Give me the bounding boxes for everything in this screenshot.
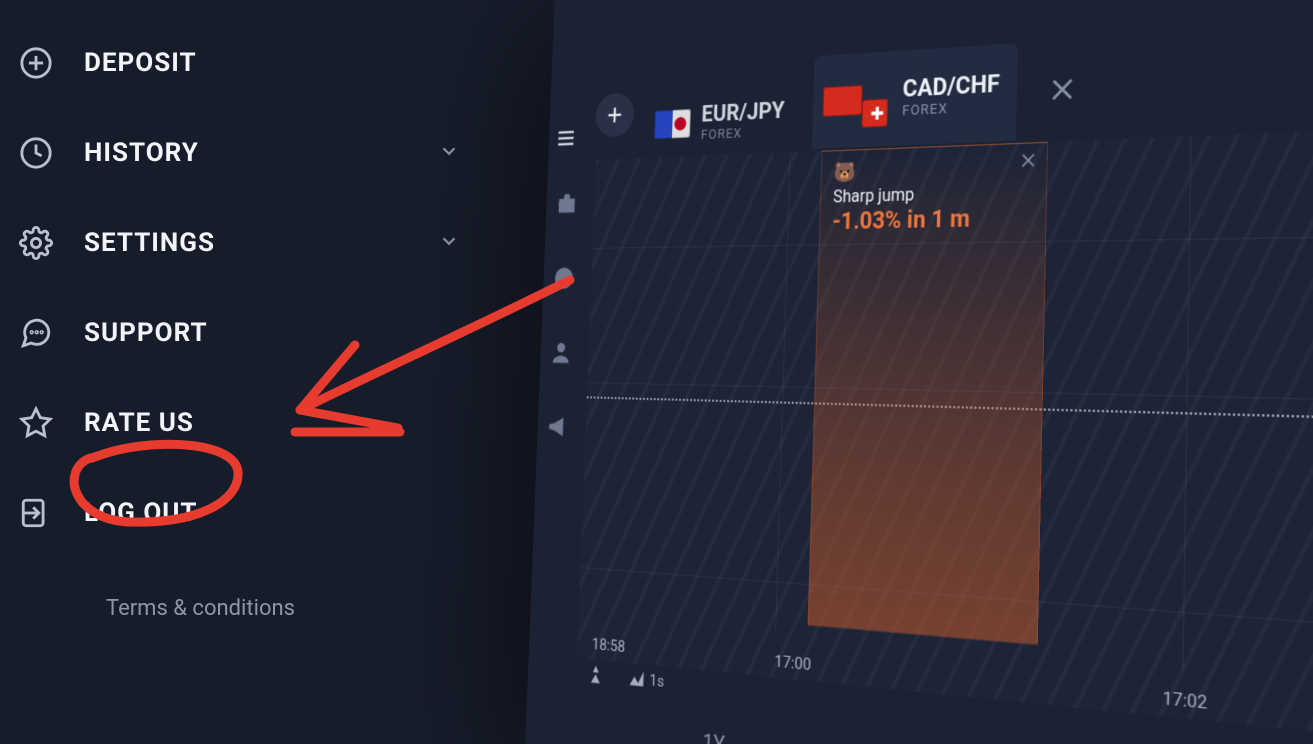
bear-icon: 🐻 <box>833 155 1034 185</box>
hamburger-icon[interactable] <box>555 126 576 155</box>
alert-change: -1.03% in 1 m <box>832 204 1033 236</box>
tf-1Y[interactable]: 1Y <box>681 709 746 744</box>
add-asset-button[interactable] <box>595 92 635 138</box>
asset-tab-eurjpy[interactable]: EUR/JPY FOREX <box>645 86 801 155</box>
megaphone-icon[interactable] <box>546 412 571 441</box>
globe-icon[interactable] <box>552 264 577 292</box>
menu-label: HISTORY <box>84 138 199 168</box>
chevron-down-icon <box>438 230 460 256</box>
menu-item-settings[interactable]: SETTINGS <box>18 198 520 288</box>
menu-label: LOG OUT <box>84 498 198 528</box>
drawing-tool[interactable] <box>586 663 604 686</box>
candle-tf: 1s <box>649 670 664 691</box>
star-icon <box>18 405 54 441</box>
asset-tabs: EUR/JPY FOREX CAD/CHF FOREX <box>591 39 1079 158</box>
trading-app: $10000 DEMO EUR/JPY FOREX <box>525 0 1313 744</box>
chevron-down-icon <box>438 140 460 166</box>
price-chart[interactable]: 0.77502 0.77500 0.77495 0.77498 18:58 17… <box>577 125 1313 744</box>
chart-type-tool[interactable]: 1s <box>627 667 664 692</box>
xaxis-tick: 17:02 <box>1162 687 1207 713</box>
logout-icon <box>18 495 54 531</box>
chat-icon <box>18 315 54 351</box>
menu-label: SETTINGS <box>84 228 215 258</box>
clock-icon <box>18 135 54 171</box>
menu-item-rateus[interactable]: RATE US <box>18 378 520 468</box>
plus-circle-icon <box>18 45 54 81</box>
xaxis-tick: 18:58 <box>592 634 626 656</box>
app-icon-rail <box>537 190 588 442</box>
asset-market: FOREX <box>701 124 785 143</box>
briefcase-icon[interactable] <box>554 190 579 218</box>
menu-item-deposit[interactable]: DEPOSIT <box>18 18 520 108</box>
trading-app-perspective: $10000 DEMO EUR/JPY FOREX <box>540 0 1313 744</box>
account-balance[interactable]: $10000 DEMO <box>1279 0 1313 17</box>
asset-pair: EUR/JPY <box>701 98 785 128</box>
tf-3M[interactable]: 3M <box>798 722 873 744</box>
flag-icon <box>823 85 863 117</box>
price-alert-panel: 🐻 Sharp jump -1.03% in 1 m <box>808 142 1049 646</box>
menu-item-logout[interactable]: LOG OUT <box>18 468 520 558</box>
side-menu: DEPOSIT HISTORY SETTINGS SUPPORT RATE US <box>0 0 520 621</box>
tf-1M[interactable]: 1M <box>927 737 1007 744</box>
flag-icon <box>654 109 691 139</box>
menu-item-support[interactable]: SUPPORT <box>18 288 520 378</box>
user-icon[interactable] <box>549 338 574 366</box>
terms-link[interactable]: Terms & conditions <box>106 596 520 621</box>
close-tab-button[interactable] <box>1046 73 1077 111</box>
gear-icon <box>18 225 54 261</box>
menu-item-history[interactable]: HISTORY <box>18 108 520 198</box>
menu-label: SUPPORT <box>84 318 208 348</box>
close-icon[interactable] <box>1018 150 1038 175</box>
balance-mode: DEMO <box>1279 0 1313 17</box>
menu-label: DEPOSIT <box>84 48 197 78</box>
asset-tab-cadchf[interactable]: CAD/CHF FOREX <box>812 43 1018 149</box>
alert-title: Sharp jump <box>833 180 1034 206</box>
xaxis-tick: 17:00 <box>774 651 811 674</box>
menu-label: RATE US <box>84 408 194 438</box>
